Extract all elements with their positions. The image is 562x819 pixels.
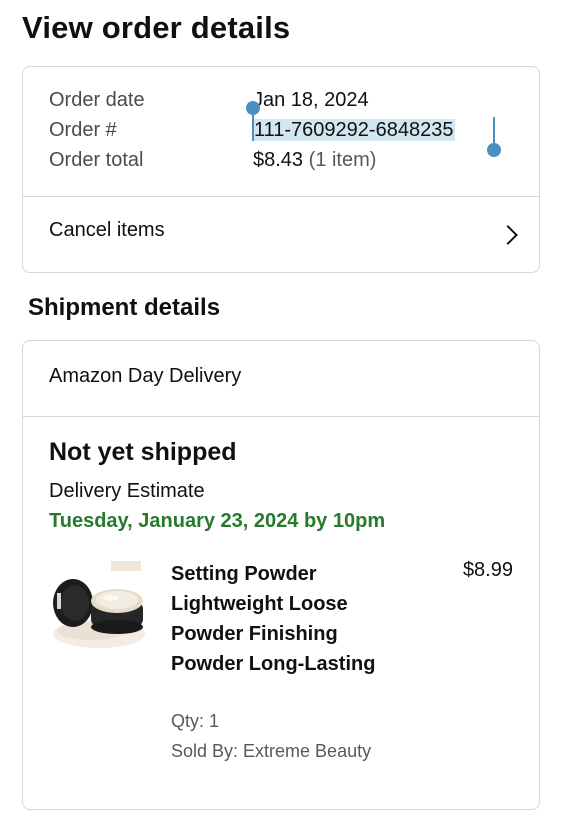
page-title: View order details xyxy=(22,10,291,45)
order-number-label: Order # xyxy=(49,119,117,141)
product-price: $8.99 xyxy=(462,559,513,581)
order-date-label: Order date xyxy=(49,89,145,111)
delivery-estimate-label: Delivery Estimate xyxy=(49,480,205,502)
order-total-value: $8.43 (1 item) xyxy=(253,149,376,172)
order-details-page: View order details Order date Jan 18, 20… xyxy=(0,0,562,819)
order-number-value[interactable]: 111-7609292-6848235 xyxy=(253,119,456,142)
delivery-type-label: Amazon Day Delivery xyxy=(49,365,242,387)
product-title-link[interactable]: Setting Powder Lightweight Loose Powder … xyxy=(171,559,401,679)
selection-start-line xyxy=(252,111,254,141)
delivery-estimate-date: Tuesday, January 23, 2024 by 10pm xyxy=(49,510,386,532)
shipment-section-title: Shipment details xyxy=(28,294,221,321)
shipment-status: Not yet shipped xyxy=(49,438,237,466)
product-seller: Sold By: Extreme Beauty xyxy=(171,741,372,761)
order-summary-card: Order date Jan 18, 2024 Order # 111-7609… xyxy=(22,66,540,273)
cosmetic-powder-jar-image[interactable] xyxy=(49,559,149,654)
shipment-divider xyxy=(23,416,539,417)
chevron-right-icon xyxy=(498,225,518,245)
selection-end-handle[interactable] xyxy=(487,143,501,157)
order-total-amount: $8.43 xyxy=(253,149,304,171)
cancel-items-label: Cancel items xyxy=(49,219,165,241)
order-date-value: Jan 18, 2024 xyxy=(253,89,369,111)
selection-end-line xyxy=(493,117,495,143)
cancel-items-row[interactable]: Cancel items xyxy=(23,197,539,273)
product-quantity: Qty: 1 xyxy=(171,711,220,731)
order-total-item-count: (1 item) xyxy=(308,149,377,171)
shipment-card: Amazon Day Delivery Not yet shipped Deli… xyxy=(22,340,540,810)
order-total-label: Order total xyxy=(49,149,144,171)
order-number-selection[interactable]: 111-7609292-6848235 xyxy=(253,119,456,141)
